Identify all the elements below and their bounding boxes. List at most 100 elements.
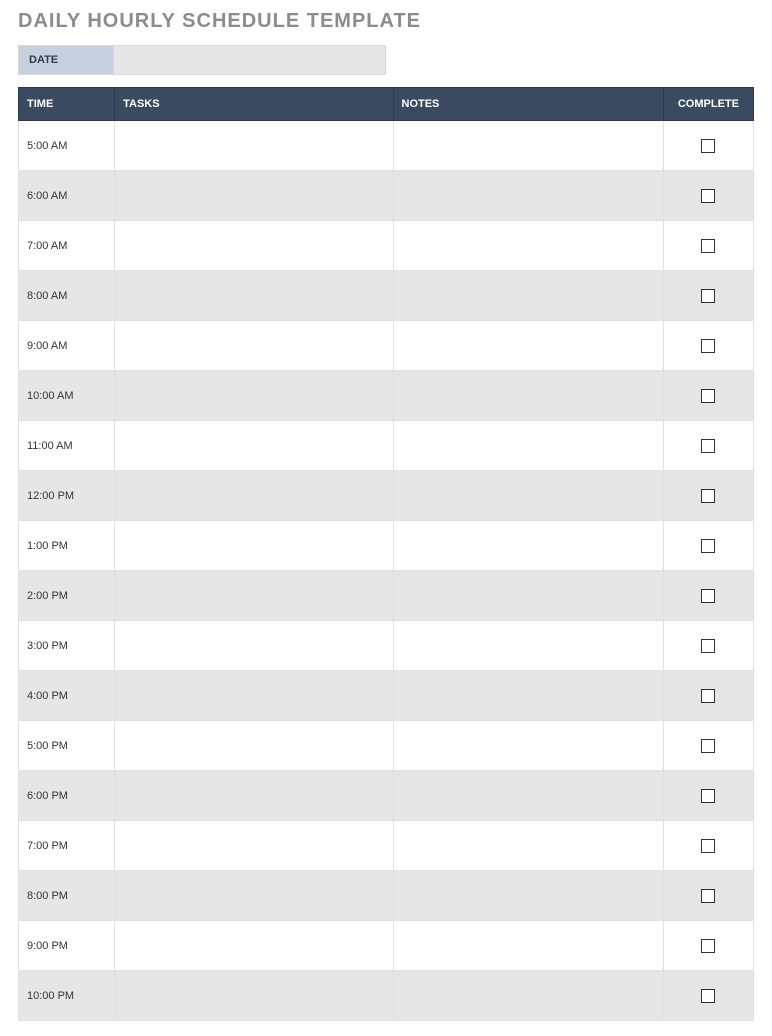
- table-row: 9:00 PM: [19, 921, 754, 971]
- notes-cell[interactable]: [393, 421, 663, 471]
- tasks-cell[interactable]: [115, 571, 393, 621]
- time-cell: 5:00 PM: [19, 721, 115, 771]
- complete-cell: [663, 571, 753, 621]
- notes-cell[interactable]: [393, 271, 663, 321]
- notes-cell[interactable]: [393, 771, 663, 821]
- table-row: 8:00 PM: [19, 871, 754, 921]
- schedule-table: TIME TASKS NOTES COMPLETE 5:00 AM6:00 AM…: [18, 87, 754, 1021]
- complete-cell: [663, 471, 753, 521]
- complete-checkbox[interactable]: [701, 639, 715, 653]
- tasks-cell[interactable]: [115, 871, 393, 921]
- complete-cell: [663, 821, 753, 871]
- notes-cell[interactable]: [393, 121, 663, 171]
- notes-cell[interactable]: [393, 471, 663, 521]
- time-cell: 3:00 PM: [19, 621, 115, 671]
- time-cell: 10:00 AM: [19, 371, 115, 421]
- complete-cell: [663, 721, 753, 771]
- date-label: DATE: [18, 45, 114, 75]
- complete-cell: [663, 971, 753, 1021]
- complete-checkbox[interactable]: [701, 339, 715, 353]
- tasks-cell[interactable]: [115, 221, 393, 271]
- tasks-cell[interactable]: [115, 671, 393, 721]
- tasks-cell[interactable]: [115, 721, 393, 771]
- time-cell: 9:00 AM: [19, 321, 115, 371]
- complete-cell: [663, 421, 753, 471]
- tasks-cell[interactable]: [115, 421, 393, 471]
- complete-cell: [663, 521, 753, 571]
- header-complete: COMPLETE: [663, 88, 753, 121]
- notes-cell[interactable]: [393, 621, 663, 671]
- complete-checkbox[interactable]: [701, 839, 715, 853]
- time-cell: 9:00 PM: [19, 921, 115, 971]
- complete-checkbox[interactable]: [701, 539, 715, 553]
- complete-checkbox[interactable]: [701, 939, 715, 953]
- tasks-cell[interactable]: [115, 771, 393, 821]
- complete-checkbox[interactable]: [701, 989, 715, 1003]
- complete-cell: [663, 171, 753, 221]
- table-row: 12:00 PM: [19, 471, 754, 521]
- header-notes: NOTES: [393, 88, 663, 121]
- date-input[interactable]: [114, 45, 386, 75]
- time-cell: 12:00 PM: [19, 471, 115, 521]
- tasks-cell[interactable]: [115, 371, 393, 421]
- notes-cell[interactable]: [393, 921, 663, 971]
- table-row: 6:00 PM: [19, 771, 754, 821]
- tasks-cell[interactable]: [115, 521, 393, 571]
- notes-cell[interactable]: [393, 571, 663, 621]
- complete-checkbox[interactable]: [701, 589, 715, 603]
- complete-checkbox[interactable]: [701, 889, 715, 903]
- tasks-cell[interactable]: [115, 171, 393, 221]
- table-row: 11:00 AM: [19, 421, 754, 471]
- date-row: DATE: [18, 45, 754, 75]
- tasks-cell[interactable]: [115, 971, 393, 1021]
- table-row: 7:00 PM: [19, 821, 754, 871]
- notes-cell[interactable]: [393, 321, 663, 371]
- tasks-cell[interactable]: [115, 821, 393, 871]
- table-row: 3:00 PM: [19, 621, 754, 671]
- complete-cell: [663, 871, 753, 921]
- table-row: 9:00 AM: [19, 321, 754, 371]
- notes-cell[interactable]: [393, 671, 663, 721]
- notes-cell[interactable]: [393, 521, 663, 571]
- complete-checkbox[interactable]: [701, 189, 715, 203]
- complete-checkbox[interactable]: [701, 739, 715, 753]
- complete-checkbox[interactable]: [701, 489, 715, 503]
- complete-cell: [663, 621, 753, 671]
- tasks-cell[interactable]: [115, 121, 393, 171]
- complete-cell: [663, 671, 753, 721]
- header-tasks: TASKS: [115, 88, 393, 121]
- complete-checkbox[interactable]: [701, 789, 715, 803]
- tasks-cell[interactable]: [115, 271, 393, 321]
- complete-checkbox[interactable]: [701, 389, 715, 403]
- notes-cell[interactable]: [393, 371, 663, 421]
- table-row: 5:00 PM: [19, 721, 754, 771]
- notes-cell[interactable]: [393, 871, 663, 921]
- complete-cell: [663, 121, 753, 171]
- time-cell: 1:00 PM: [19, 521, 115, 571]
- tasks-cell[interactable]: [115, 471, 393, 521]
- table-row: 5:00 AM: [19, 121, 754, 171]
- header-row: TIME TASKS NOTES COMPLETE: [19, 88, 754, 121]
- complete-cell: [663, 221, 753, 271]
- notes-cell[interactable]: [393, 171, 663, 221]
- notes-cell[interactable]: [393, 721, 663, 771]
- complete-checkbox[interactable]: [701, 239, 715, 253]
- notes-cell[interactable]: [393, 221, 663, 271]
- time-cell: 8:00 AM: [19, 271, 115, 321]
- time-cell: 10:00 PM: [19, 971, 115, 1021]
- notes-cell[interactable]: [393, 821, 663, 871]
- table-row: 8:00 AM: [19, 271, 754, 321]
- complete-cell: [663, 921, 753, 971]
- page-title: DAILY HOURLY SCHEDULE TEMPLATE: [18, 10, 754, 33]
- time-cell: 5:00 AM: [19, 121, 115, 171]
- complete-checkbox[interactable]: [701, 689, 715, 703]
- notes-cell[interactable]: [393, 971, 663, 1021]
- time-cell: 7:00 AM: [19, 221, 115, 271]
- complete-checkbox[interactable]: [701, 439, 715, 453]
- tasks-cell[interactable]: [115, 321, 393, 371]
- tasks-cell[interactable]: [115, 621, 393, 671]
- complete-checkbox[interactable]: [701, 289, 715, 303]
- time-cell: 4:00 PM: [19, 671, 115, 721]
- tasks-cell[interactable]: [115, 921, 393, 971]
- complete-checkbox[interactable]: [701, 139, 715, 153]
